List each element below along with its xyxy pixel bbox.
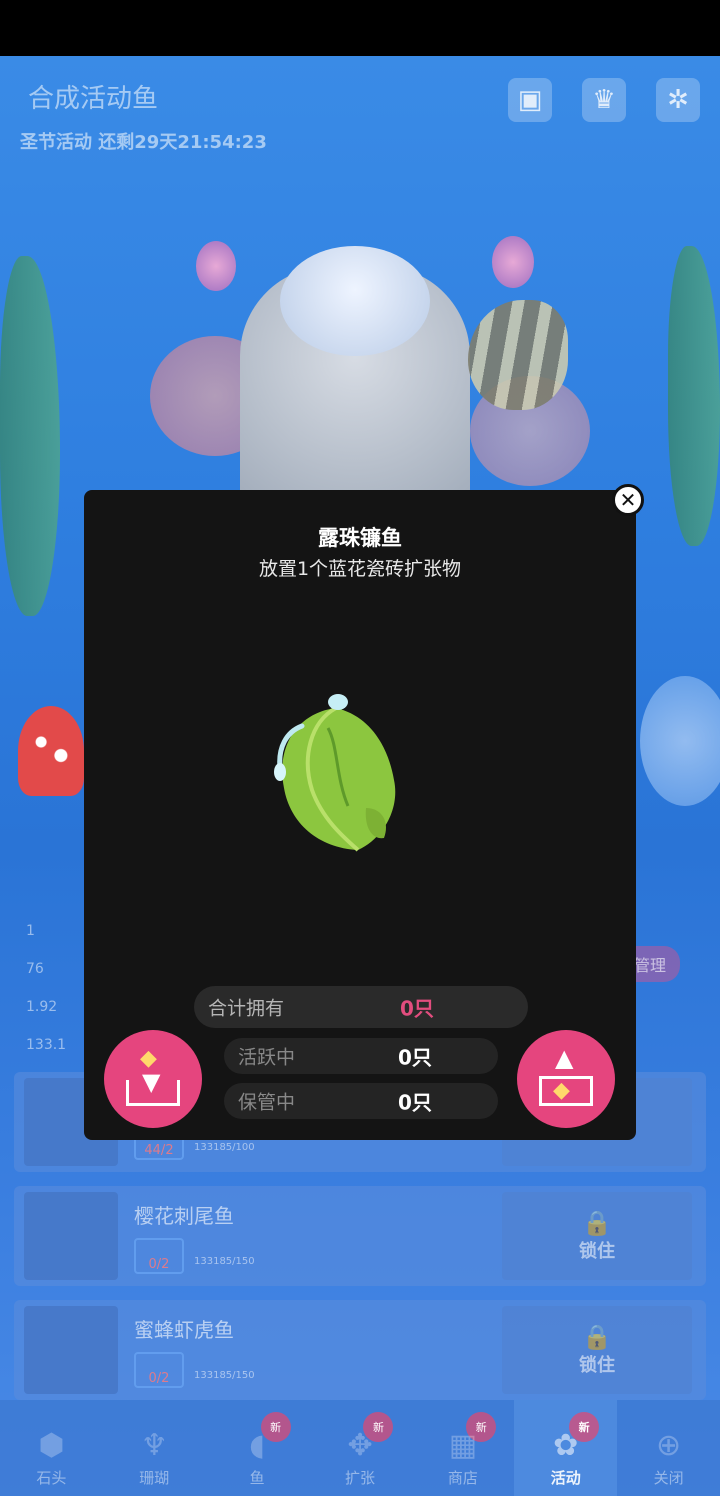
fish-count: 0/2 xyxy=(134,1238,184,1274)
release-fish-icon: ▲ ◆ xyxy=(539,1044,593,1106)
close-icon[interactable]: ✕ xyxy=(612,484,644,516)
trophy-icon[interactable]: ♛ xyxy=(582,78,626,122)
seaweed-decoration xyxy=(668,246,720,546)
fish-thumbnail xyxy=(24,1306,118,1394)
nav-label: 石头 xyxy=(36,1469,67,1487)
nav-close[interactable]: ⊕ 关闭 xyxy=(617,1400,720,1496)
coral-icon: ♆ xyxy=(140,1428,168,1463)
release-fish-button[interactable]: ▲ ◆ xyxy=(517,1030,615,1128)
fish-unlock-condition: 放置1个蓝花瓷砖扩张物 xyxy=(258,558,462,580)
locked-slot[interactable]: 🔒 锁住 xyxy=(502,1192,692,1280)
seaweed-decoration xyxy=(0,256,60,616)
fish-count: 0/2 xyxy=(134,1352,184,1388)
expand-icon: ✥ xyxy=(347,1428,373,1463)
active-row: 活跃中 0只 xyxy=(224,1038,498,1074)
stored-label: 保管中 xyxy=(238,1091,296,1114)
store-fish-icon: ◆ ▼ xyxy=(126,1046,180,1106)
statue-wig-decoration xyxy=(280,246,430,356)
new-badge: 新 xyxy=(260,1412,291,1442)
tank-title: 合成活动鱼 xyxy=(28,84,159,114)
coral-decoration xyxy=(640,676,720,806)
fish-requirement: 133185/150 xyxy=(194,1256,255,1267)
locked-slot[interactable]: 🔒 锁住 xyxy=(502,1306,692,1394)
nav-shop[interactable]: 新 ▦ 商店 xyxy=(411,1400,514,1496)
nav-label: 扩张 xyxy=(345,1469,376,1487)
gallery-icon[interactable]: ▣ xyxy=(508,78,552,122)
fish-icon: ◖ xyxy=(249,1428,266,1463)
active-value: 0只 xyxy=(398,1045,432,1070)
nav-label: 活动 xyxy=(550,1469,581,1487)
stat-line: 1 xyxy=(26,923,35,939)
nav-stone[interactable]: ⬢ 石头 xyxy=(0,1400,103,1496)
active-label: 活跃中 xyxy=(238,1046,296,1069)
nav-label: 珊瑚 xyxy=(139,1469,170,1487)
event-icon: ✿ xyxy=(553,1428,579,1463)
nav-coral[interactable]: ♆ 珊瑚 xyxy=(103,1400,206,1496)
fish-thumbnail xyxy=(24,1192,118,1280)
close-down-icon: ⊕ xyxy=(656,1428,682,1463)
jellyfish-decoration xyxy=(492,236,534,288)
shop-icon: ▦ xyxy=(448,1428,478,1463)
fish-name: 樱花刺尾鱼 xyxy=(134,1204,234,1228)
total-owned-value: 0只 xyxy=(400,996,434,1021)
fish-title: 露珠镰鱼 xyxy=(318,526,402,550)
lock-icon: 🔒 xyxy=(582,1323,612,1351)
nav-label: 关闭 xyxy=(653,1469,684,1487)
top-icon-bar: ▣ ♛ ✲ xyxy=(508,78,700,122)
fish-detail-dialog: 露珠镰鱼 放置1个蓝花瓷砖扩张物 合计拥有 0只 活跃中 0只 保管中 0只 ◆… xyxy=(84,490,636,1140)
angelfish-decoration xyxy=(468,300,568,410)
list-item[interactable]: 蜜蜂虾虎鱼 0/2 133185/150 🔒 锁住 xyxy=(14,1300,706,1400)
fish-requirement: 133185/150 xyxy=(194,1370,255,1381)
gear-icon[interactable]: ✲ xyxy=(656,78,700,122)
mushroom-decoration xyxy=(18,706,84,796)
lock-label: 锁住 xyxy=(579,1241,615,1262)
fish-name: 蜜蜂虾虎鱼 xyxy=(134,1318,234,1342)
nav-fish[interactable]: 新 ◖ 鱼 xyxy=(206,1400,309,1496)
nav-expand[interactable]: 新 ✥ 扩张 xyxy=(309,1400,412,1496)
fish-image xyxy=(274,694,396,852)
nav-event[interactable]: 新 ✿ 活动 xyxy=(514,1400,618,1496)
list-item[interactable]: 樱花刺尾鱼 0/2 133185/150 🔒 锁住 xyxy=(14,1186,706,1286)
event-countdown: 圣节活动 还剩29天21:54:23 xyxy=(20,132,267,153)
lock-label: 锁住 xyxy=(579,1355,615,1376)
total-owned-row: 合计拥有 0只 xyxy=(194,986,528,1028)
bottom-nav: ⬢ 石头 ♆ 珊瑚 新 ◖ 鱼 新 ✥ 扩张 新 ▦ 商店 新 ✿ 活动 ⊕ 关… xyxy=(0,1400,720,1496)
stone-icon: ⬢ xyxy=(38,1428,65,1463)
total-owned-label: 合计拥有 xyxy=(208,997,285,1020)
stat-line: 76 xyxy=(26,961,44,977)
status-bar xyxy=(0,0,720,56)
stored-row: 保管中 0只 xyxy=(224,1083,498,1119)
stat-line: 1.92 xyxy=(26,999,58,1015)
stat-line: 133.1 xyxy=(26,1037,67,1053)
store-fish-button[interactable]: ◆ ▼ xyxy=(104,1030,202,1128)
stored-value: 0只 xyxy=(398,1090,432,1115)
nav-label: 商店 xyxy=(447,1469,478,1487)
nav-label: 鱼 xyxy=(249,1469,265,1487)
background-stats: 1 76 1.92 133.1 xyxy=(26,912,66,1064)
lock-icon: 🔒 xyxy=(582,1209,612,1237)
jellyfish-decoration xyxy=(196,241,236,291)
fish-requirement: 133185/100 xyxy=(194,1142,255,1153)
